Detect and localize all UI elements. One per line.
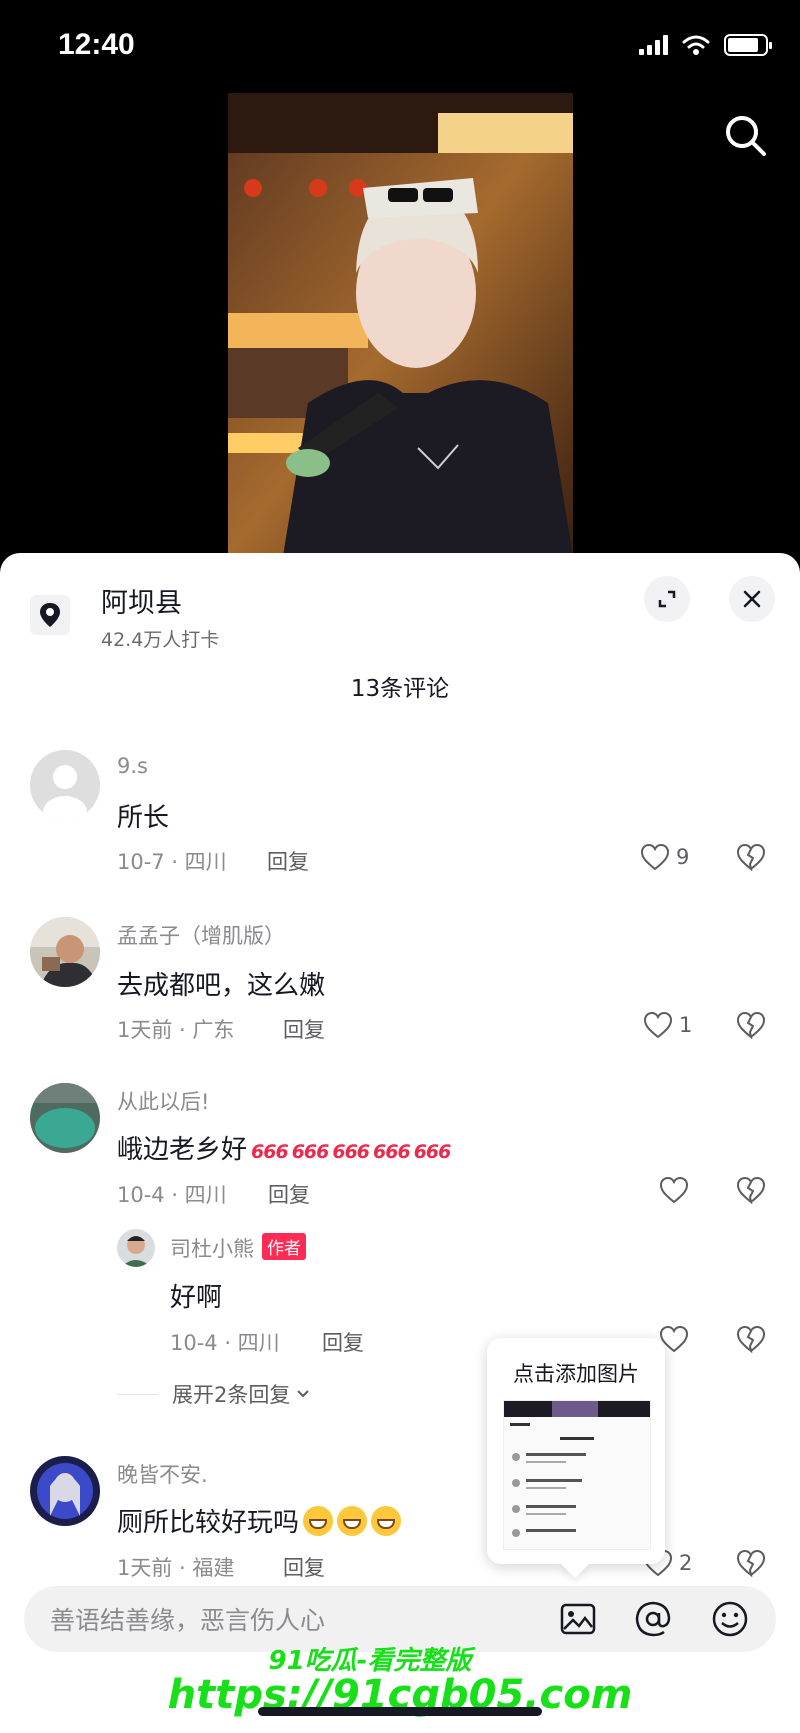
avatar[interactable] (30, 750, 100, 820)
heart-icon (640, 843, 670, 871)
comment-date-region: 1天前 · 广东 (117, 1018, 235, 1042)
chevron-down-icon (297, 1390, 310, 1398)
signal-icon (639, 35, 668, 55)
reply-button[interactable]: 回复 (322, 1327, 364, 1357)
reply-username[interactable]: 司杜小熊 作者 (170, 1233, 306, 1263)
dislike-button[interactable] (736, 1549, 766, 1581)
comment-count: 13条评论 (350, 676, 450, 702)
broken-heart-icon (736, 1325, 766, 1354)
location-pin-icon (30, 595, 70, 635)
status-time: 12:40 (58, 28, 135, 61)
avatar[interactable] (30, 1083, 100, 1153)
reply-text: 好啊 (170, 1283, 223, 1313)
battery-icon (724, 34, 772, 56)
grin-sweat-emoji (371, 1506, 402, 1536)
emoji-666: 666 (373, 1141, 411, 1163)
like-button[interactable]: 9 (640, 843, 689, 871)
emoji-button[interactable] (710, 1599, 750, 1639)
broken-heart-icon (736, 1549, 766, 1578)
comment-text-body: 厕所比较好玩吗 (117, 1508, 300, 1538)
mention-button[interactable] (633, 1599, 673, 1639)
like-button[interactable] (659, 1176, 689, 1204)
status-bar: 12:40 (0, 0, 800, 92)
broken-heart-icon (736, 843, 766, 872)
dislike-button[interactable] (736, 1176, 766, 1208)
comment-username[interactable]: 晚皆不安. (117, 1459, 208, 1489)
comments-sheet: 阿坝县 42.4万人打卡 13条评论 9.s 所长 10-7 · 四川 回复 9 (0, 553, 800, 1733)
search-button[interactable] (720, 110, 772, 162)
emoji-icon (712, 1601, 748, 1637)
status-icons (639, 34, 772, 56)
comment-date-region: 10-7 · 四川 (117, 850, 227, 874)
location-name[interactable]: 阿坝县 (101, 581, 182, 620)
comment-text: 峨边老乡好 666 666 666 666 666 (117, 1129, 452, 1166)
comment-username[interactable]: 从此以后! (117, 1086, 209, 1116)
search-icon (726, 116, 766, 156)
home-indicator (258, 1707, 542, 1716)
author-badge: 作者 (262, 1233, 306, 1260)
expand-replies-button[interactable]: 展开2条回复 (118, 1379, 312, 1409)
reply-button[interactable]: 回复 (283, 1014, 325, 1044)
grin-sweat-emoji (337, 1506, 368, 1536)
heart-icon (659, 1176, 689, 1204)
reply-button[interactable]: 回复 (267, 846, 309, 876)
image-icon (560, 1603, 596, 1635)
at-icon (635, 1601, 671, 1637)
dislike-button[interactable] (736, 843, 766, 875)
emoji-666: 666 (251, 1141, 289, 1163)
emoji-666: 666 (332, 1141, 370, 1163)
avatar[interactable] (117, 1229, 155, 1267)
expand-replies-label: 展开2条回复 (172, 1383, 291, 1407)
close-icon (743, 590, 761, 608)
tooltip-text: 点击添加图片 (513, 1362, 639, 1386)
comment-date-region: 10-4 · 四川 (117, 1183, 227, 1207)
reply-button[interactable]: 回复 (283, 1552, 325, 1582)
comment-username[interactable]: 孟孟子（增肌版） (117, 920, 285, 950)
comment-text: 去成都吧，这么嫩 (117, 971, 326, 1001)
location-checkins: 42.4万人打卡 (101, 629, 220, 651)
avatar[interactable] (30, 917, 100, 987)
expand-icon (658, 590, 676, 608)
avatar[interactable] (30, 1456, 100, 1526)
close-button[interactable] (729, 576, 775, 622)
like-count: 1 (679, 1013, 693, 1037)
comment-text-body: 峨边老乡好 (117, 1135, 248, 1165)
reply-username-text: 司杜小熊 (170, 1237, 254, 1261)
like-count: 9 (676, 845, 690, 869)
comment-text: 厕所比较好玩吗 (117, 1502, 402, 1539)
add-image-button[interactable] (558, 1599, 598, 1639)
broken-heart-icon (736, 1176, 766, 1205)
comment-username[interactable]: 9.s (117, 754, 148, 778)
heart-icon (643, 1011, 673, 1039)
grin-sweat-emoji (303, 1506, 334, 1536)
like-button[interactable]: 1 (643, 1011, 692, 1039)
reply-button[interactable]: 回复 (268, 1179, 310, 1209)
dislike-button[interactable] (736, 1011, 766, 1043)
comment-text: 所长 (117, 803, 170, 833)
dislike-button[interactable] (736, 1325, 766, 1357)
emoji-666: 666 (413, 1141, 452, 1163)
add-image-tooltip[interactable]: 点击添加图片 (487, 1338, 665, 1564)
tooltip-preview-image (503, 1400, 651, 1550)
emoji-666: 666 (291, 1141, 330, 1163)
wifi-icon (682, 35, 710, 55)
video-player[interactable] (228, 93, 573, 556)
reply-date-region: 10-4 · 四川 (170, 1331, 280, 1355)
expand-button[interactable] (644, 576, 690, 622)
like-count: 2 (679, 1551, 693, 1575)
video-frame (228, 93, 573, 556)
comment-date-region: 1天前 · 福建 (117, 1556, 235, 1580)
broken-heart-icon (736, 1011, 766, 1040)
